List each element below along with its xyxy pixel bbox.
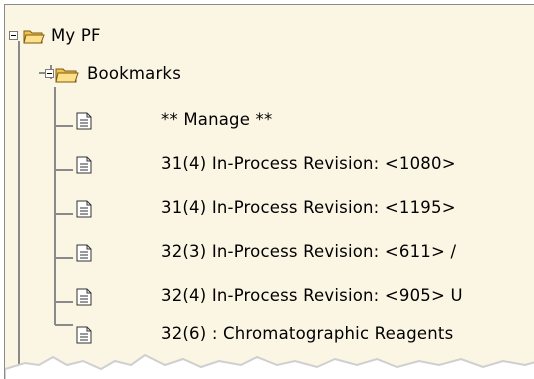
collapse-toggle[interactable] bbox=[9, 31, 18, 40]
document-icon bbox=[76, 244, 92, 262]
collapse-toggle[interactable] bbox=[45, 69, 54, 78]
open-folder-icon bbox=[55, 68, 79, 83]
document-icon bbox=[76, 288, 92, 306]
bookmark-label: ** Manage ** bbox=[161, 110, 273, 129]
document-icon bbox=[76, 112, 92, 130]
tree-node-label: Bookmarks bbox=[87, 64, 181, 83]
tree-connector-lines bbox=[13, 34, 73, 379]
screenshot-frame: My PF Bookmarks ** Manage ** 31(4) In-Pro… bbox=[0, 0, 534, 379]
bookmark-label: 32(4) In-Process Revision: <905> U bbox=[161, 286, 463, 305]
bookmark-label: 31(4) In-Process Revision: <1080> bbox=[161, 154, 456, 173]
tree-panel: My PF Bookmarks ** Manage ** 31(4) In-Pro… bbox=[4, 4, 534, 379]
tree-node-label: My PF bbox=[51, 26, 101, 45]
bookmark-label: 32(3) In-Process Revision: <611> / bbox=[161, 242, 457, 261]
torn-edge bbox=[5, 353, 534, 379]
document-icon bbox=[76, 200, 92, 218]
bookmark-label: 31(4) In-Process Revision: <1195> bbox=[161, 198, 456, 217]
open-folder-icon bbox=[23, 30, 45, 44]
document-icon bbox=[76, 156, 92, 174]
